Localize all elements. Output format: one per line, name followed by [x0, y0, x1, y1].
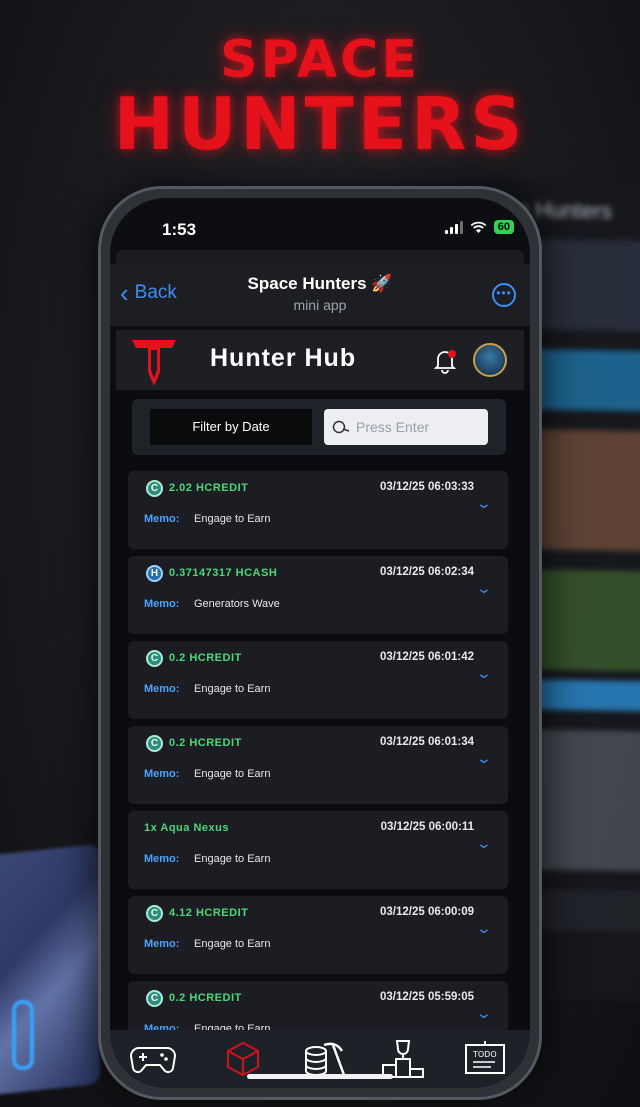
transaction-amount: 0.2 HCREDIT: [169, 737, 242, 749]
battery-indicator: 60: [493, 220, 514, 234]
status-icons: 60: [444, 220, 514, 234]
bottom-tab-bar: TODO: [110, 1030, 530, 1088]
transaction-card[interactable]: 1x Aqua Nexus 03/12/25 06:00:11 ⌄ Memo: …: [128, 811, 508, 889]
search-icon: [332, 420, 350, 434]
signal-icon: [444, 220, 463, 234]
chevron-down-icon[interactable]: ⌄: [476, 750, 492, 767]
mining-icon: [305, 1042, 346, 1076]
tab-games[interactable]: [126, 1036, 180, 1082]
hcredit-coin-icon: C: [146, 990, 163, 1007]
hcash-coin-icon: H: [146, 565, 163, 582]
memo-label: Memo:: [144, 513, 180, 525]
mini-app-title: Space Hunters 🚀: [247, 274, 393, 293]
transaction-amount: 0.2 HCREDIT: [169, 652, 242, 664]
hcredit-coin-icon: C: [146, 650, 163, 667]
transaction-date: 03/12/25 06:02:34: [380, 566, 474, 578]
memo-label: Memo:: [144, 853, 180, 865]
memo-label: Memo:: [144, 768, 180, 780]
memo-text: Engage to Earn: [194, 853, 271, 865]
memo-label: Memo:: [144, 683, 180, 695]
phone-screen: 1:53 60 ‹ Back Space Hunters 🚀 mini app …: [110, 198, 530, 1088]
phone-frame: 1:53 60 ‹ Back Space Hunters 🚀 mini app …: [98, 186, 542, 1100]
filter-by-date-button[interactable]: Filter by Date: [150, 409, 312, 445]
transaction-amount: 4.12 HCREDIT: [169, 907, 249, 919]
space-hunters-logo: SPACE HUNTERS: [0, 30, 640, 180]
logo-line-space: SPACE: [220, 30, 420, 90]
transaction-date: 03/12/25 06:01:42: [380, 651, 474, 663]
memo-label: Memo:: [144, 938, 180, 950]
transaction-card[interactable]: C 2.02 HCREDIT 03/12/25 06:03:33 ⌄ Memo:…: [128, 471, 508, 549]
chevron-down-icon[interactable]: ⌄: [476, 1005, 492, 1022]
logo-line-hunters: HUNTERS: [113, 82, 527, 166]
search-input[interactable]: [356, 419, 476, 435]
app-header: Hunter Hub: [116, 330, 524, 390]
chevron-down-icon[interactable]: ⌄: [476, 835, 492, 852]
transaction-history: Filter by Date C 2.02 HCREDIT 03/12/25 0…: [110, 390, 530, 1059]
memo-text: Engage to Earn: [194, 683, 271, 695]
memo-text: Engage to Earn: [194, 513, 271, 525]
transaction-card[interactable]: C 4.12 HCREDIT 03/12/25 06:00:09 ⌄ Memo:…: [128, 896, 508, 974]
hcredit-coin-icon: C: [146, 735, 163, 752]
chevron-down-icon[interactable]: ⌄: [476, 495, 492, 512]
avatar[interactable]: [473, 343, 507, 377]
tab-tasks[interactable]: TODO: [458, 1036, 512, 1082]
search-field[interactable]: [324, 409, 488, 445]
chevron-down-icon[interactable]: ⌄: [476, 920, 492, 937]
filter-bar: Filter by Date: [132, 399, 506, 455]
memo-label: Memo:: [144, 598, 180, 610]
chevron-down-icon[interactable]: ⌄: [476, 580, 492, 597]
hcredit-coin-icon: C: [146, 905, 163, 922]
notification-bell-icon[interactable]: [432, 348, 458, 374]
transaction-date: 03/12/25 06:00:11: [380, 821, 474, 833]
status-time: 1:53: [162, 220, 197, 239]
hcredit-coin-icon: C: [146, 480, 163, 497]
hunters-logo-icon: [132, 340, 176, 386]
svg-text:TODO: TODO: [472, 1050, 497, 1059]
memo-text: Engage to Earn: [194, 938, 271, 950]
transaction-date: 03/12/25 05:59:05: [380, 991, 474, 1003]
transaction-date: 03/12/25 06:00:09: [380, 906, 474, 918]
status-bar: 1:53 60: [110, 198, 530, 248]
home-indicator[interactable]: [247, 1074, 393, 1079]
navigation-bar: ‹ Back Space Hunters 🚀 mini app •••: [110, 264, 530, 326]
memo-text: Generators Wave: [194, 598, 280, 610]
transaction-card[interactable]: H 0.37147317 HCASH 03/12/25 06:02:34 ⌄ M…: [128, 556, 508, 634]
transaction-amount: 0.2 HCREDIT: [169, 992, 242, 1004]
transaction-amount: 0.37147317 HCASH: [169, 567, 278, 579]
gamepad-icon: [129, 1047, 177, 1074]
memo-text: Engage to Earn: [194, 768, 271, 780]
transaction-amount: 2.02 HCREDIT: [169, 482, 249, 494]
trophy-podium-icon: [382, 1040, 424, 1078]
more-options-icon[interactable]: •••: [492, 283, 516, 307]
sheet-top-edge: [116, 250, 524, 264]
transaction-card[interactable]: C 0.2 HCREDIT 03/12/25 06:01:34 ⌄ Memo: …: [128, 726, 508, 804]
todo-board-icon: TODO: [465, 1041, 505, 1074]
chevron-down-icon[interactable]: ⌄: [476, 665, 492, 682]
transaction-date: 03/12/25 06:01:34: [380, 736, 474, 748]
wifi-icon: [470, 221, 487, 233]
transaction-amount: 1x Aqua Nexus: [144, 822, 229, 834]
page-title: Hunter Hub: [210, 344, 357, 372]
transaction-card[interactable]: C 0.2 HCREDIT 03/12/25 06:01:42 ⌄ Memo: …: [128, 641, 508, 719]
mini-app-subtitle: mini app: [293, 297, 347, 313]
background-cube-glow: [12, 1000, 34, 1070]
cube-icon: [226, 1041, 260, 1077]
transaction-date: 03/12/25 06:03:33: [380, 481, 474, 493]
